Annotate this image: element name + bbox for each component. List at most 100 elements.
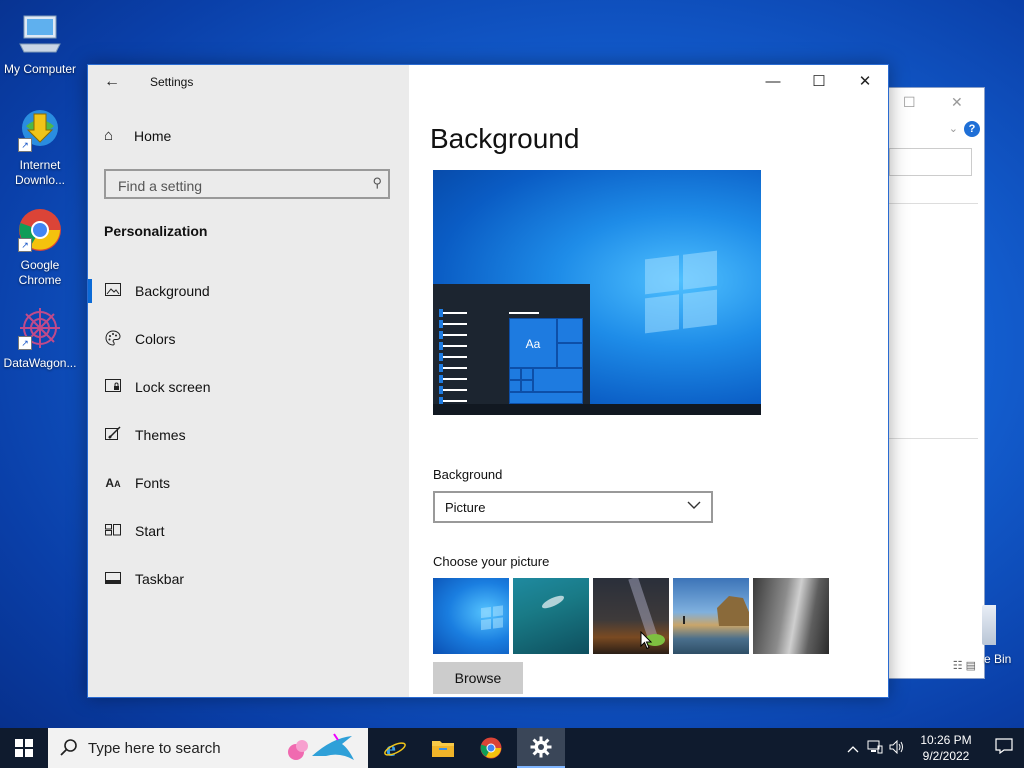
gear-icon [530, 736, 552, 758]
taskbar-clock[interactable]: 10:26 PM 9/2/2022 [908, 732, 984, 764]
desktop-icon-label: DataWagon... [3, 356, 77, 370]
chevron-up-icon[interactable] [842, 741, 864, 756]
page-title: Background [430, 123, 580, 154]
svg-text:e: e [386, 736, 396, 760]
background-type-dropdown[interactable]: Picture [433, 491, 713, 523]
dropdown-value: Picture [445, 500, 486, 515]
chevron-down-icon[interactable]: ⌄ [949, 122, 958, 135]
desktop-icon-google-chrome[interactable]: ↗ Google Chrome [0, 206, 80, 288]
section-heading: Personalization [104, 223, 208, 239]
help-icon[interactable]: ? [964, 121, 980, 137]
close-button[interactable]: ✕ [842, 65, 888, 97]
fonts-icon: AA [105, 476, 121, 490]
mouse-cursor-icon [640, 631, 652, 650]
internet-explorer-icon: e [384, 736, 406, 760]
settings-sidebar: ← Settings ⌂ Home ⚲ Personalization Back… [88, 65, 409, 697]
search-icon [60, 738, 78, 761]
back-arrow-icon[interactable]: ← [104, 73, 124, 93]
preview-taskbar [433, 404, 761, 415]
browse-button[interactable]: Browse [433, 662, 523, 694]
taskbar-settings[interactable] [517, 728, 565, 768]
nav-item-label: Start [135, 523, 165, 539]
nav-item-label: Fonts [135, 475, 171, 491]
preview-start-menu: Aa [433, 284, 590, 415]
nav-item-start[interactable]: Start [88, 507, 409, 555]
shortcut-arrow-icon: ↗ [18, 336, 32, 350]
view-toggle-icons[interactable]: ☷ ▤ [953, 659, 976, 672]
desktop-icon-datawagon[interactable]: ↗ DataWagon... [0, 304, 80, 371]
globe-download-icon: ↗ [16, 106, 64, 154]
desktop-icon-label: My Computer [3, 62, 77, 76]
nav-item-label: Lock screen [135, 379, 211, 395]
preview-sample-text: Aa [509, 318, 557, 368]
nav-item-label: Colors [135, 331, 176, 347]
divider [889, 438, 978, 439]
picture-thumbnail[interactable] [433, 578, 509, 654]
picture-thumbnail[interactable] [753, 578, 829, 654]
search-icon: ⚲ [372, 175, 382, 190]
taskbar-file-explorer[interactable] [419, 728, 467, 768]
shortcut-arrow-icon: ↗ [18, 138, 32, 152]
desktop-icon-my-computer[interactable]: My Computer [0, 10, 80, 77]
chevron-down-icon [687, 499, 701, 513]
nav-home[interactable]: ⌂ Home [104, 127, 171, 144]
taskbar-icon [104, 571, 122, 587]
picture-icon [104, 283, 122, 299]
nav-item-label: Themes [135, 427, 186, 443]
volume-icon[interactable] [886, 739, 908, 757]
chrome-icon [480, 737, 502, 759]
taskbar-search-box[interactable]: Type here to search [48, 728, 368, 768]
personalization-nav: Background Colors Lock screen Themes AA … [88, 267, 409, 603]
datawagon-icon: ↗ [16, 304, 64, 352]
taskbar-google-chrome[interactable] [467, 728, 515, 768]
start-icon [104, 523, 122, 539]
maximize-icon[interactable]: ☐ [903, 94, 916, 111]
chrome-icon: ↗ [16, 206, 64, 254]
choose-picture-label: Choose your picture [433, 554, 550, 569]
nav-item-taskbar[interactable]: Taskbar [88, 555, 409, 603]
close-icon[interactable]: ✕ [951, 94, 963, 111]
window-controls: — ☐ ✕ [750, 65, 888, 97]
desktop-icon-internet-download[interactable]: ↗ Internet Downlo... [0, 106, 80, 188]
divider [889, 203, 978, 204]
nav-item-label: Background [135, 283, 210, 299]
picture-thumbnail[interactable] [673, 578, 749, 654]
desktop-preview: Aa [433, 170, 761, 415]
background-type-label: Background [433, 467, 503, 482]
maximize-button[interactable]: ☐ [796, 65, 842, 97]
nav-item-colors[interactable]: Colors [88, 315, 409, 363]
nav-item-label: Taskbar [135, 571, 185, 587]
nav-item-themes[interactable]: Themes [88, 411, 409, 459]
taskbar-internet-explorer[interactable]: e [371, 728, 419, 768]
search-input[interactable] [116, 177, 360, 195]
recycle-bin-icon[interactable] [982, 605, 996, 645]
nav-item-lock-screen[interactable]: Lock screen [88, 363, 409, 411]
desktop-icon-label: Google Chrome [18, 258, 62, 287]
windows-logo-decoration [645, 250, 717, 334]
picture-thumbnail[interactable] [513, 578, 589, 654]
start-button[interactable] [0, 728, 48, 768]
minimize-button[interactable]: — [750, 65, 796, 97]
shortcut-arrow-icon: ↗ [18, 238, 32, 252]
network-icon[interactable] [864, 740, 886, 757]
nav-item-background[interactable]: Background [88, 267, 409, 315]
notification-icon[interactable] [984, 738, 1024, 758]
taskbar: Type here to search e 10:26 PM 9/2/2022 [0, 728, 1024, 768]
lock-screen-icon [104, 378, 122, 396]
address-bar[interactable] [889, 148, 972, 176]
settings-search[interactable]: ⚲ [104, 169, 390, 199]
clock-time: 10:26 PM [920, 733, 972, 747]
desktop-icon-label: Internet Downlo... [14, 158, 66, 187]
folder-icon [432, 741, 454, 757]
nav-item-fonts[interactable]: AA Fonts [88, 459, 409, 507]
taskbar-search-placeholder: Type here to search [88, 740, 221, 757]
palette-icon [104, 329, 122, 349]
themes-icon [104, 426, 122, 444]
settings-window: ← Settings ⌂ Home ⚲ Personalization Back… [87, 64, 889, 698]
nav-home-label: Home [134, 127, 172, 144]
background-window[interactable]: ☐ ✕ ⌄ ? ☷ ▤ [880, 87, 985, 679]
clock-date: 9/2/2022 [922, 749, 970, 763]
computer-icon [16, 10, 64, 58]
settings-content: — ☐ ✕ Background Aa Background Picture C… [409, 65, 888, 697]
picture-thumbnail[interactable] [593, 578, 669, 654]
